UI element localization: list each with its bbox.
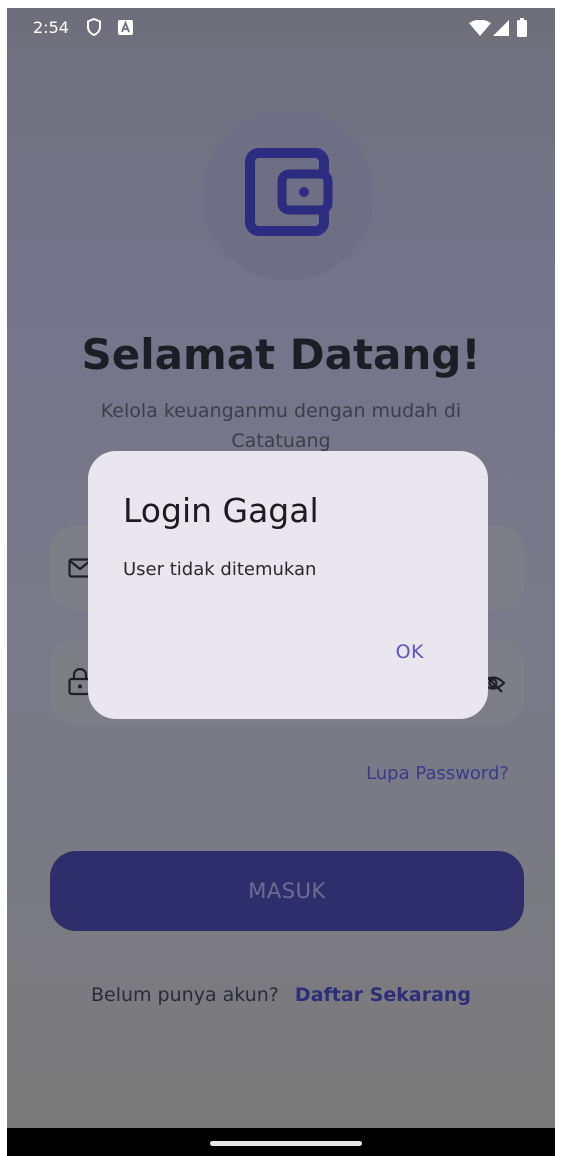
signal-icon: [493, 20, 509, 40]
shield-icon: [86, 17, 102, 40]
battery-icon: [517, 18, 527, 41]
status-bar: 2:54: [7, 8, 555, 48]
register-prompt: Belum punya akun?: [90, 984, 279, 1006]
notification-a-icon: [118, 20, 133, 39]
forgot-password-link[interactable]: Lupa Password?: [366, 763, 509, 784]
status-time: 2:54: [33, 18, 69, 37]
dialog-title: Login Gagal: [123, 491, 319, 530]
register-link[interactable]: Daftar Sekarang: [295, 984, 471, 1006]
dialog-message: User tidak ditemukan: [123, 559, 317, 580]
navigation-bar: [7, 1128, 555, 1156]
login-screen: 2:54 Selamat Datang! Kelola keuanganmu d…: [7, 8, 555, 1128]
welcome-subtitle: Kelola keuanganmu dengan mudah di Catatu…: [100, 400, 462, 452]
dialog-ok-button[interactable]: OK: [396, 641, 424, 663]
register-row: Belum punya akun? Daftar Sekarang: [7, 984, 555, 1006]
welcome-title: Selamat Datang!: [81, 330, 481, 379]
login-button[interactable]: MASUK: [50, 851, 524, 931]
app-logo: [202, 109, 374, 281]
wifi-icon: [469, 19, 491, 40]
home-gesture-handle[interactable]: [210, 1141, 362, 1146]
login-failed-dialog: Login Gagal User tidak ditemukan OK: [88, 451, 488, 719]
